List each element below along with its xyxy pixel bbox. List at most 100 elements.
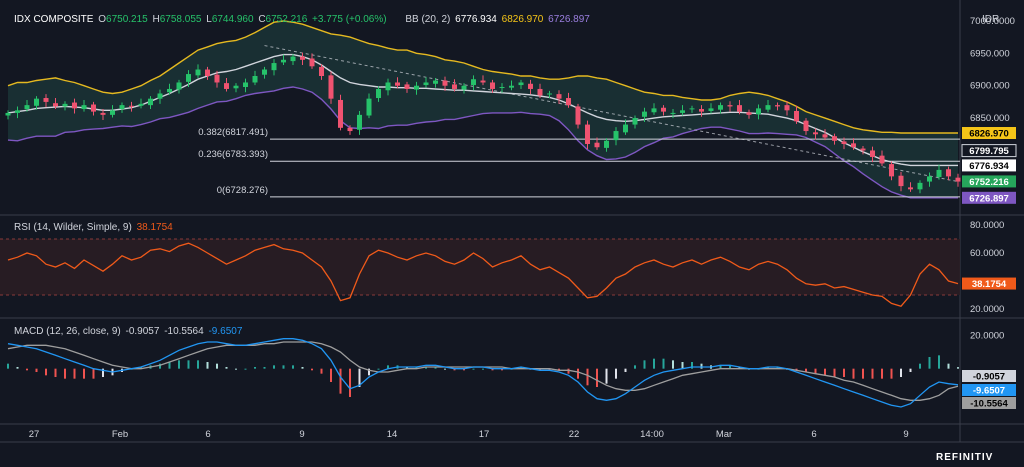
candle-body — [898, 175, 904, 187]
price-header: IDX COMPOSITE O6750.215 H6758.055 L6744.… — [14, 14, 592, 25]
open-value: 6750.215 — [106, 14, 148, 25]
macd-histogram-bar — [900, 368, 902, 377]
candle-body — [290, 56, 296, 62]
rsi-tag-label: 38.1754 — [972, 279, 1007, 290]
price-tag-label: 6776.934 — [969, 161, 1009, 172]
macd-histogram-bar — [653, 358, 655, 369]
candle-body — [357, 114, 362, 130]
candle-body — [319, 66, 324, 76]
macd-histogram-bar — [928, 357, 931, 369]
candle-body — [651, 108, 657, 113]
macd-histogram-bar — [938, 355, 940, 369]
macd-axis-tick: 20.0000 — [970, 330, 1004, 341]
candle-body — [908, 187, 913, 190]
candle-body — [167, 88, 172, 93]
macd-histogram-bar — [35, 368, 38, 372]
candle-body — [347, 127, 353, 132]
candle-body — [452, 84, 457, 89]
bb-upper-value: 6826.970 — [501, 14, 544, 25]
macd-histogram-bar — [871, 368, 874, 379]
candle-body — [471, 79, 476, 86]
rsi-header: RSI (14, Wilder, Simple, 9) 38.1754 — [14, 222, 175, 233]
macd-histogram-bar — [567, 368, 570, 374]
candle-body — [81, 105, 87, 110]
candle-body — [34, 98, 39, 106]
close-label: C — [258, 14, 266, 25]
candle-body — [756, 108, 761, 115]
fib-level-label: 0.236(6783.393) — [198, 149, 268, 160]
candle-body — [879, 155, 885, 164]
macd-histogram-bar — [178, 360, 180, 369]
macd-histogram-bar — [957, 367, 959, 369]
price-axis-tick: 6850.000 — [970, 113, 1010, 124]
chart-canvas[interactable]: 0.382(6817.491) 0.236(6783.393) 0(6728.276… — [0, 0, 1024, 467]
candle-body — [699, 109, 704, 112]
candle-body — [214, 74, 220, 83]
high-value: 6758.055 — [159, 14, 202, 25]
symbol-label: IDX COMPOSITE — [14, 14, 94, 25]
time-axis-tick: 14 — [387, 429, 398, 440]
time-axis-tick: Mar — [716, 429, 732, 440]
candle-body — [556, 94, 562, 99]
macd-histogram-bar — [83, 368, 85, 379]
candle-body — [461, 85, 467, 90]
macd-tag-label: -0.9057 — [973, 372, 1005, 383]
candle-body — [765, 105, 771, 110]
macd-histogram-bar — [615, 368, 617, 379]
candle-body — [262, 69, 267, 75]
macd-value-1: -0.9057 — [125, 326, 160, 337]
macd-histogram-bar — [225, 367, 228, 369]
time-axis-tick: 27 — [29, 429, 40, 440]
currency-label: IDR — [982, 14, 1000, 25]
macd-histogram-bar — [235, 368, 237, 370]
macd-label: MACD (12, 26, close, 9) — [14, 326, 121, 337]
macd-histogram-bar — [843, 368, 845, 377]
macd-histogram-bar — [7, 363, 9, 369]
macd-histogram-bar — [890, 368, 893, 379]
candle-body — [594, 142, 600, 148]
candle-body — [385, 82, 391, 91]
candle-body — [148, 98, 153, 106]
high-label: H — [152, 14, 160, 25]
macd-header: MACD (12, 26, close, 9) -0.9057 -10.5564… — [14, 326, 244, 337]
candle-body — [43, 98, 49, 102]
candle-body — [72, 102, 77, 109]
macd-histogram-bar — [862, 368, 864, 379]
candle-body — [5, 112, 11, 116]
candle-body — [224, 83, 229, 89]
candle-body — [338, 99, 343, 128]
macd-histogram-bar — [643, 360, 646, 369]
low-label: L — [206, 14, 212, 25]
candle-body — [442, 80, 448, 86]
macd-value-2: -10.5564 — [164, 326, 204, 337]
macd-histogram-bar — [919, 363, 921, 369]
macd-histogram-bar — [330, 368, 332, 382]
candle-body — [414, 85, 419, 90]
macd-histogram-bar — [187, 360, 190, 369]
fib-level-label: 0(6728.276) — [217, 185, 268, 196]
candle-body — [775, 105, 780, 107]
candle-body — [784, 105, 790, 111]
macd-histogram-bar — [577, 368, 579, 379]
macd-histogram-bar — [672, 360, 674, 369]
price-axis-tick: 6950.000 — [970, 48, 1010, 59]
candle-body — [803, 120, 809, 132]
brand-logo: REFINITIV — [936, 452, 994, 463]
candle-body — [642, 111, 647, 117]
macd-histogram-bar — [54, 368, 57, 377]
candle-body — [281, 59, 286, 63]
fib-level-label: 0.382(6817.491) — [198, 127, 268, 138]
change-value: +3.775 (+0.06%) — [312, 14, 387, 25]
candle-body — [433, 80, 438, 84]
candle-body — [841, 141, 847, 144]
macd-histogram-bar — [624, 368, 627, 372]
candle-body — [680, 110, 685, 113]
candle-body — [252, 76, 258, 83]
candle-body — [955, 177, 961, 182]
candle-body — [53, 103, 58, 107]
macd-histogram-bar — [301, 367, 304, 369]
macd-value-3: -9.6507 — [208, 326, 243, 337]
macd-histogram-bar — [292, 365, 294, 369]
candle-body — [860, 148, 866, 151]
price-tag-label: 6799.795 — [969, 146, 1009, 157]
